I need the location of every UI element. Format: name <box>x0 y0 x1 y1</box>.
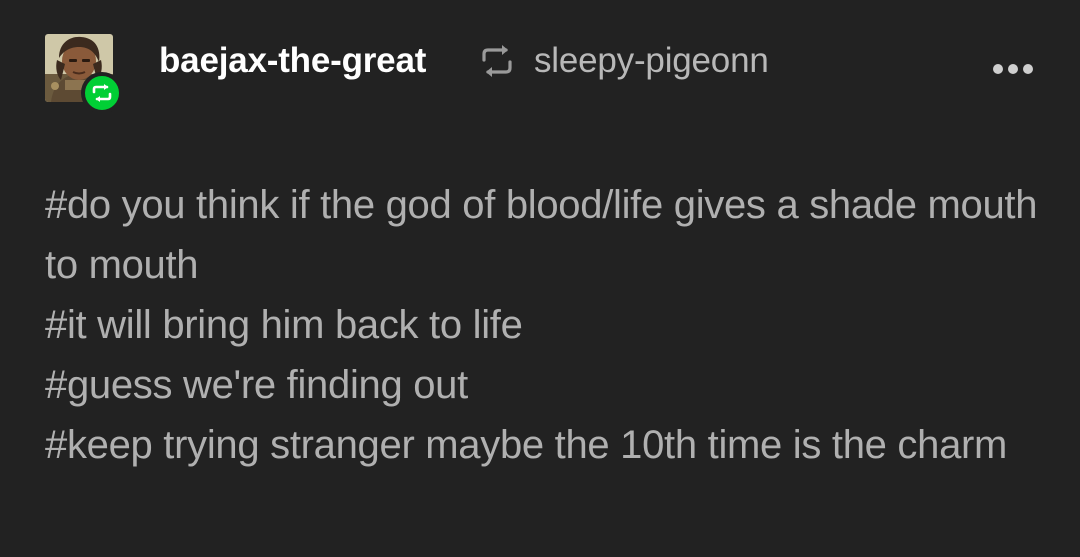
reblog-icon <box>482 45 512 77</box>
more-options-icon <box>993 64 1003 74</box>
more-options-button[interactable] <box>986 56 1040 82</box>
more-options-icon <box>1023 64 1033 74</box>
tag-link[interactable]: #it will bring him back to life <box>45 295 1045 355</box>
post-card: baejax-the-great sleepy-pigeonn #do you … <box>0 0 1080 557</box>
more-options-icon <box>1008 64 1018 74</box>
blog-name-link[interactable]: baejax-the-great <box>159 39 426 83</box>
reblog-badge <box>81 72 123 114</box>
post-header: baejax-the-great sleepy-pigeonn <box>0 0 1080 130</box>
reblogged-from-link[interactable]: sleepy-pigeonn <box>534 39 769 83</box>
reblog-badge-icon <box>92 84 112 102</box>
post-tags: #do you think if the god of blood/life g… <box>45 175 1045 475</box>
tag-link[interactable]: #guess we're finding out <box>45 355 1045 415</box>
tag-link[interactable]: #do you think if the god of blood/life g… <box>45 175 1045 295</box>
tag-link[interactable]: #keep trying stranger maybe the 10th tim… <box>45 415 1045 475</box>
